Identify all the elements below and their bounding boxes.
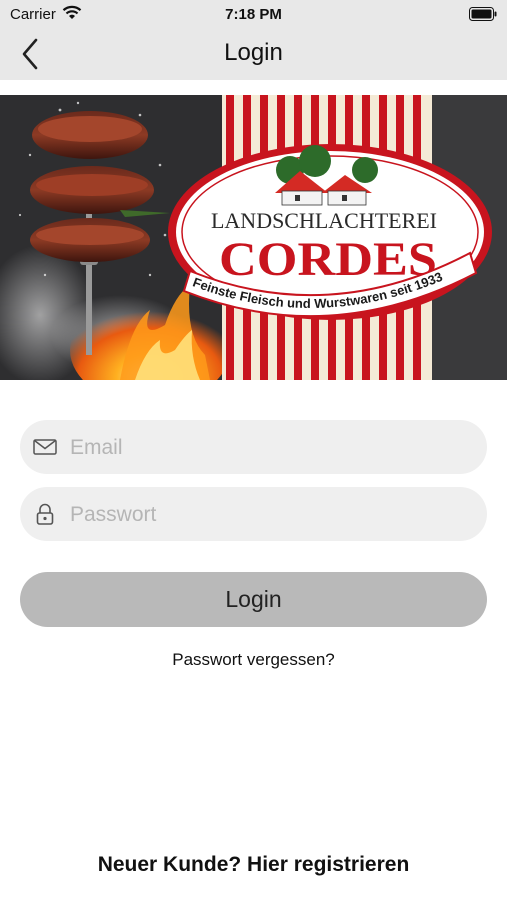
brand-line2: CORDES	[219, 233, 437, 286]
lock-icon	[36, 503, 54, 525]
page-title: Login	[224, 39, 283, 66]
hero-banner: LANDSCHLACHTEREI CORDES Feinste Fleisch …	[0, 95, 507, 380]
login-button[interactable]: Login	[20, 572, 487, 627]
battery-icon	[469, 7, 497, 21]
forgot-password-link[interactable]: Passwort vergessen?	[0, 650, 507, 670]
email-field[interactable]	[20, 420, 487, 476]
password-input[interactable]	[68, 487, 472, 543]
brand-line1: LANDSCHLACHTEREI	[211, 208, 437, 233]
nav-bar: Login	[0, 28, 507, 80]
register-link[interactable]: Neuer Kunde? Hier registrieren	[0, 853, 507, 877]
status-time: 7:18 PM	[225, 6, 282, 23]
envelope-icon	[33, 439, 57, 455]
password-field[interactable]	[20, 487, 487, 543]
status-bar: Carrier 7:18 PM	[0, 0, 507, 28]
email-input[interactable]	[68, 420, 472, 476]
